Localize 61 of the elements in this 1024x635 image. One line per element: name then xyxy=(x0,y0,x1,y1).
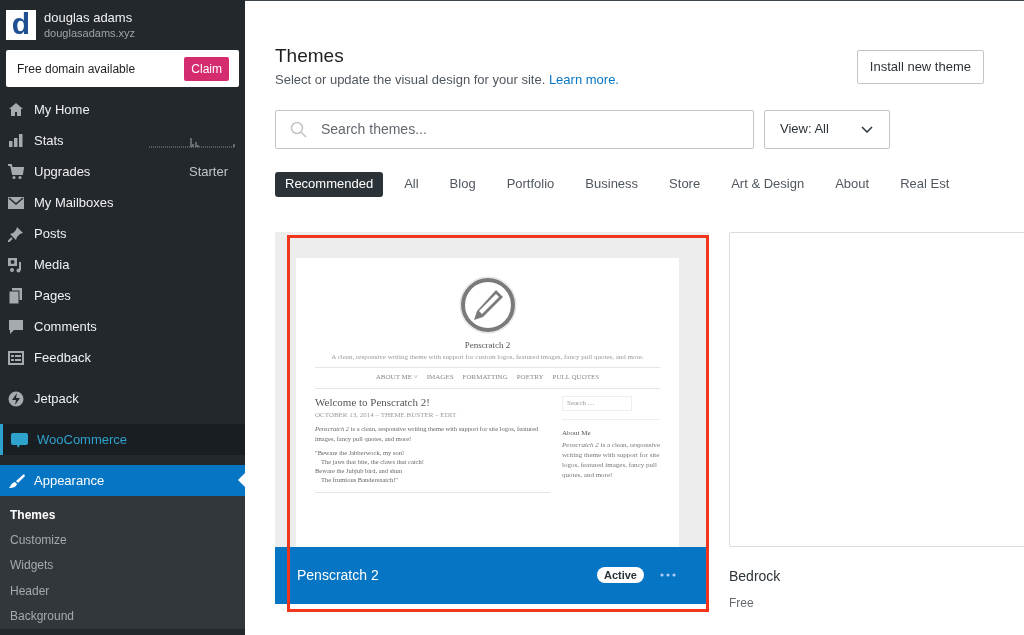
speech-bubble-icon xyxy=(8,318,25,335)
plan-label: Starter xyxy=(189,162,228,181)
filter-tab[interactable]: Store xyxy=(659,171,711,197)
sidebar-item[interactable]: Posts xyxy=(0,218,245,249)
claim-button[interactable]: Claim xyxy=(184,56,229,81)
price-label: Free xyxy=(729,594,755,612)
filter-tab[interactable]: Business xyxy=(575,171,649,197)
sidebar-item[interactable]: Upgrades Starter xyxy=(0,156,245,187)
site-url[interactable]: douglasadams.xyz xyxy=(44,26,136,41)
filter-tab[interactable]: Art & Design xyxy=(721,171,815,197)
install-theme-button[interactable]: Install new theme xyxy=(856,50,984,84)
bar-chart-icon xyxy=(8,132,25,149)
sidebar-item[interactable]: Jetpack xyxy=(0,383,245,414)
pencil-logo-icon xyxy=(458,275,517,334)
pin-icon xyxy=(8,225,25,242)
sidebar-item[interactable]: Media xyxy=(0,249,245,280)
theme-name: Bedrock xyxy=(729,566,781,586)
filter-tab[interactable]: Portfolio xyxy=(496,171,565,197)
submenu-item[interactable]: Background xyxy=(0,603,245,629)
sidebar-item[interactable]: WooCommerce xyxy=(0,424,245,455)
search-field[interactable]: Search themes... xyxy=(275,109,754,149)
banner-text: Free domain available xyxy=(17,60,136,78)
sidebar-item[interactable]: Appearance xyxy=(0,465,245,496)
site-name[interactable]: douglas adams xyxy=(44,9,136,26)
envelope-icon xyxy=(8,194,25,211)
submenu-item[interactable]: Themes xyxy=(0,502,245,528)
active-badge: Active xyxy=(596,567,644,583)
search-icon xyxy=(290,120,307,138)
filter-tab[interactable]: Real Est xyxy=(890,171,960,197)
filter-tab[interactable]: Blog xyxy=(439,171,486,197)
home-icon xyxy=(8,101,25,118)
site-logo: d xyxy=(6,10,36,40)
post-title: Welcome to Penscratch 2! xyxy=(315,395,431,409)
lightning-bolt-icon xyxy=(8,390,25,407)
submenu-item[interactable]: Widgets xyxy=(0,552,245,579)
site-title: Penscratch 2 xyxy=(464,339,511,351)
sidebar-item[interactable]: Stats xyxy=(0,125,245,156)
learn-more-link[interactable]: Learn more. xyxy=(548,72,619,87)
page-subtitle: Select or update the visual design for your site. Learn more. xyxy=(275,71,619,89)
sidebar-item[interactable]: Feedback xyxy=(0,342,245,373)
theme-name: Penscratch 2 xyxy=(297,565,379,585)
chevron-down-icon xyxy=(861,125,873,133)
filter-tab[interactable]: About xyxy=(825,171,880,197)
view-dropdown[interactable]: View: All xyxy=(764,109,890,149)
filter-tab[interactable]: All xyxy=(394,171,429,197)
more-icon xyxy=(660,573,676,577)
filter-tab[interactable]: Recommended xyxy=(275,171,384,197)
sidebar-item[interactable]: My Mailboxes xyxy=(0,187,245,218)
sidebar-item[interactable]: Pages xyxy=(0,280,245,311)
form-icon xyxy=(8,349,25,366)
sidebar-item[interactable]: My Home xyxy=(0,94,245,125)
pages-icon xyxy=(8,287,25,304)
submenu-item[interactable]: Header xyxy=(0,578,245,604)
theme-screenshot[interactable] xyxy=(275,231,709,547)
submenu-item[interactable]: Customize xyxy=(0,527,245,553)
pointer-icon xyxy=(238,473,245,487)
page-title: Themes xyxy=(275,44,345,68)
speech-bubble-icon xyxy=(11,431,28,448)
paintbrush-icon xyxy=(8,472,25,489)
cart-icon xyxy=(8,163,25,180)
sidebar-item[interactable]: Comments xyxy=(0,311,245,342)
